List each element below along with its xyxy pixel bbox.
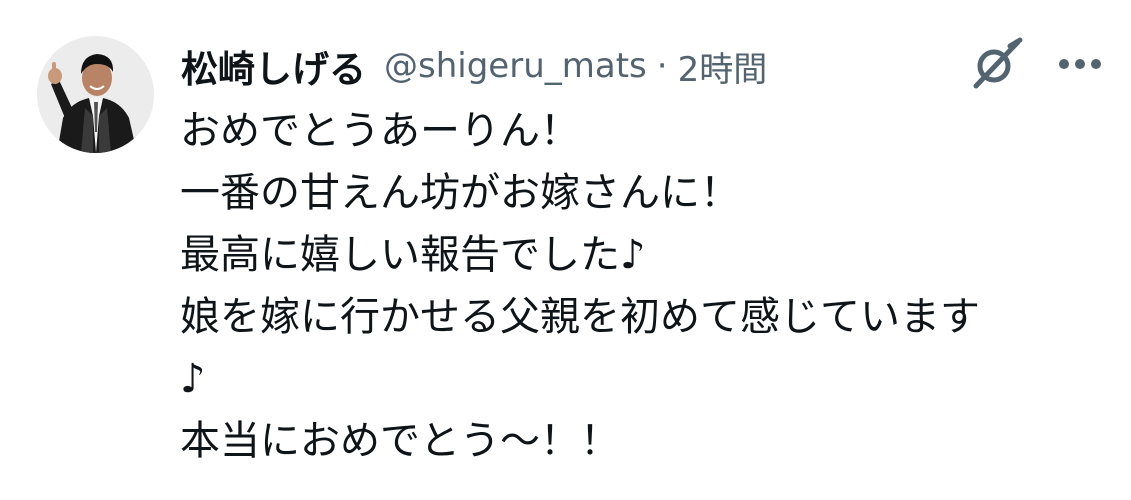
- tweet-text-line: ♪: [180, 356, 206, 402]
- more-options-button[interactable]: [1050, 40, 1110, 88]
- avatar[interactable]: [37, 36, 154, 153]
- header-separator: ·: [656, 46, 668, 86]
- tweet-text-line: 一番の甘えん坊がお嫁さんに！: [180, 170, 740, 216]
- tweet-timestamp[interactable]: 2時間: [678, 42, 768, 91]
- tweet-header: 松崎しげる @shigeru_mats · 2時間: [181, 38, 767, 94]
- avatar-photo: [37, 36, 154, 153]
- tweet-text-line: 最高に嬉しい報告でした♪: [180, 232, 646, 278]
- tweet-text-line: おめでとうあーりん！: [180, 108, 580, 154]
- tweet-text: おめでとうあーりん！ 一番の甘えん坊がお嫁さんに！ 最高に嬉しい報告でした♪ 娘…: [180, 100, 1110, 472]
- author-display-name[interactable]: 松崎しげる: [181, 39, 366, 93]
- grok-button[interactable]: [964, 34, 1028, 94]
- tweet-text-line: 本当におめでとう〜！！: [180, 418, 620, 464]
- author-handle[interactable]: @shigeru_mats: [384, 46, 647, 86]
- tweet-text-line: 娘を嫁に行かせる父親を初めて感じています: [180, 294, 980, 340]
- tweet-card[interactable]: 松崎しげる @shigeru_mats · 2時間 おめでとうあーりん！ 一番の…: [0, 0, 1131, 500]
- more-horizontal-icon: [1059, 59, 1101, 69]
- grok-icon: [973, 37, 1023, 89]
